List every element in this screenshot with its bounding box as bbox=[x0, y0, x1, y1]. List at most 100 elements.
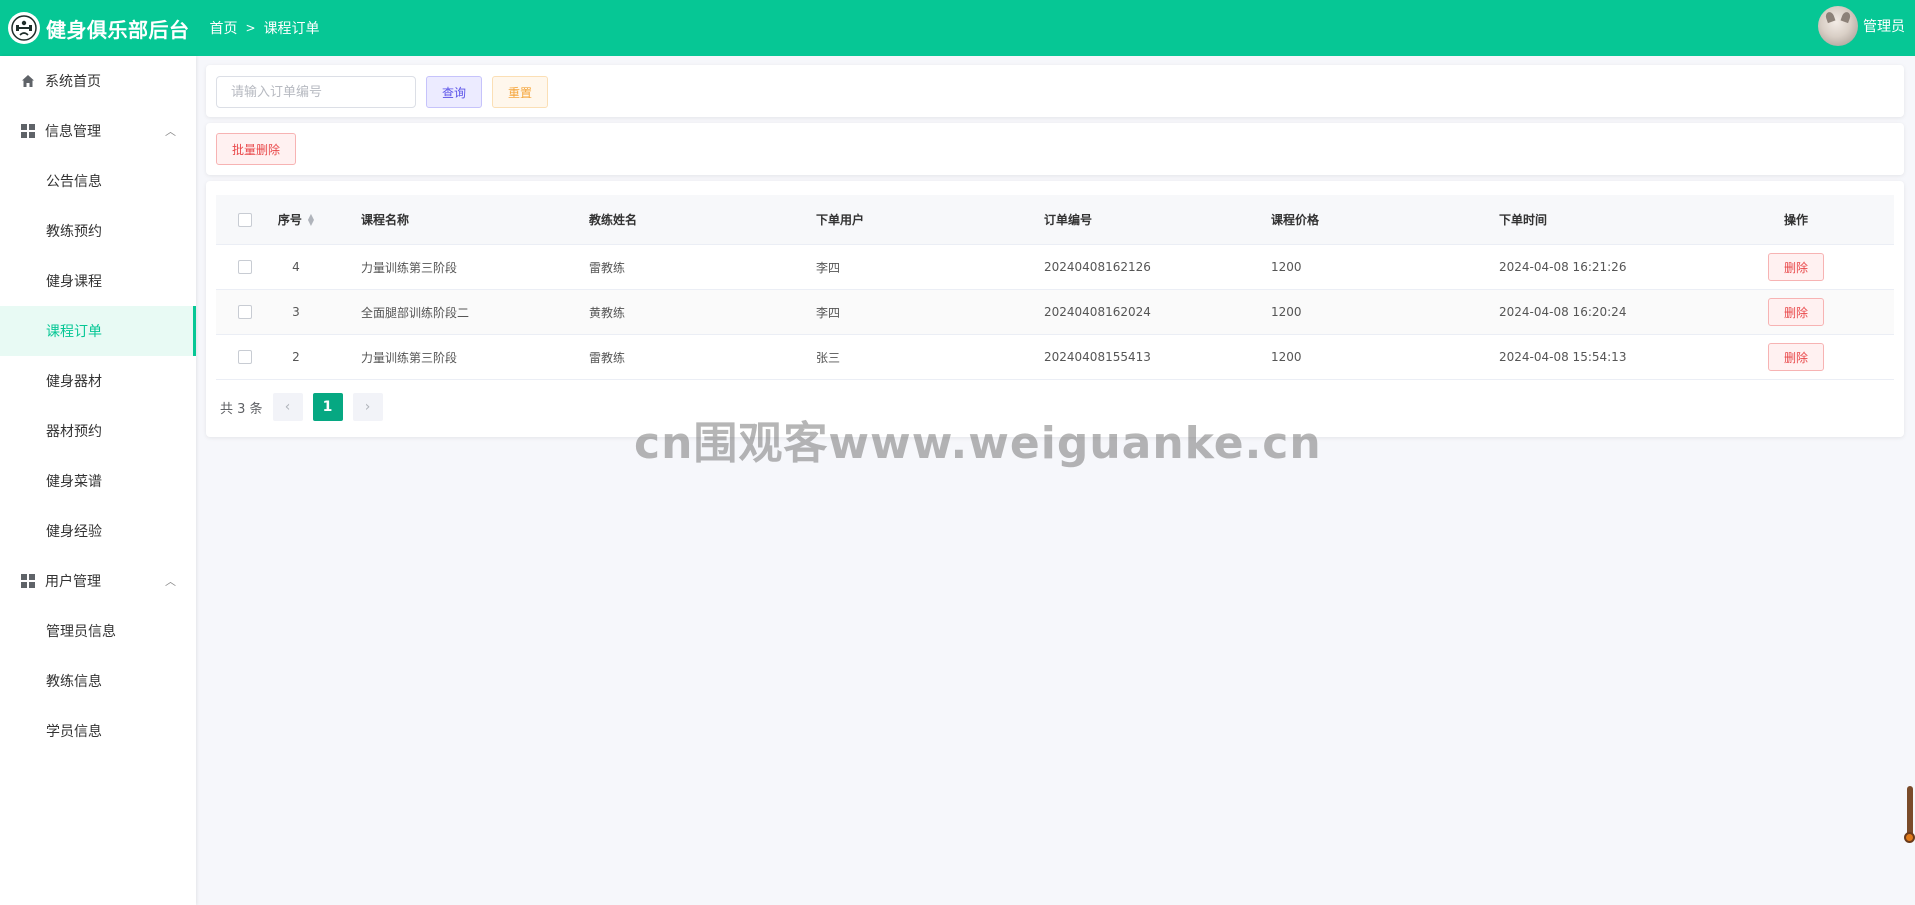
column-header-coach: 教练姓名 bbox=[589, 213, 638, 227]
sidebar-item-label: 课程订单 bbox=[46, 324, 102, 340]
cell-price: 1200 bbox=[1271, 350, 1302, 364]
cell-coach: 黄教练 bbox=[589, 305, 626, 320]
breadcrumb-home[interactable]: 首页 bbox=[210, 18, 238, 38]
sidebar-item-admins[interactable]: 管理员信息 bbox=[0, 606, 196, 656]
pagination-total: 共 3 条 bbox=[220, 401, 263, 417]
column-header-label: 序号 bbox=[277, 213, 302, 227]
table-row: 4 力量训练第三阶段 雷教练 李四 20240408162126 1200 20… bbox=[216, 245, 1894, 290]
sidebar-item-label: 健身菜谱 bbox=[46, 474, 102, 490]
delete-button[interactable]: 删除 bbox=[1768, 253, 1824, 281]
cell-index: 2 bbox=[292, 350, 300, 364]
next-page-button[interactable]: › bbox=[352, 393, 383, 421]
pagination: 共 3 条 ‹ 1 › bbox=[220, 393, 383, 421]
order-number-search-input[interactable] bbox=[216, 76, 416, 108]
cell-course: 全面腿部训练阶段二 bbox=[361, 305, 470, 320]
cell-order-no: 20240408155413 bbox=[1044, 350, 1151, 364]
chevron-up-icon: ︿ bbox=[165, 125, 176, 138]
search-panel: 查询 重置 bbox=[206, 65, 1904, 117]
table-row: 2 力量训练第三阶段 雷教练 张三 20240408155413 1200 20… bbox=[216, 335, 1894, 380]
sidebar-item-home[interactable]: 系统首页 bbox=[0, 56, 196, 106]
page-button-current[interactable]: 1 bbox=[312, 393, 343, 421]
sidebar-item-recipes[interactable]: 健身菜谱 bbox=[0, 456, 196, 506]
sidebar-item-experience[interactable]: 健身经验 bbox=[0, 506, 196, 556]
grid-icon bbox=[20, 573, 36, 589]
row-checkbox[interactable] bbox=[238, 260, 252, 274]
query-button[interactable]: 查询 bbox=[426, 76, 482, 108]
sidebar: 系统首页 信息管理 ︿ 公告信息 教练预约 健身课程 课程订单 健身器材 器材预… bbox=[0, 56, 196, 905]
watermark: cn围观客www.weiguanke.cn bbox=[634, 418, 1322, 469]
cell-index: 4 bbox=[292, 260, 300, 274]
sidebar-item-label: 用户管理 bbox=[45, 574, 101, 590]
sidebar-item-label: 信息管理 bbox=[45, 124, 101, 140]
logo-icon bbox=[8, 12, 40, 44]
sidebar-item-label: 健身课程 bbox=[46, 274, 102, 290]
sidebar-item-label: 教练信息 bbox=[46, 674, 102, 690]
sidebar-item-fitness-courses[interactable]: 健身课程 bbox=[0, 256, 196, 306]
row-checkbox[interactable] bbox=[238, 305, 252, 319]
sidebar-group-info-management[interactable]: 信息管理 ︿ bbox=[0, 106, 196, 156]
select-all-checkbox[interactable] bbox=[238, 212, 252, 227]
batch-delete-button[interactable]: 批量删除 bbox=[216, 133, 296, 165]
cell-user: 李四 bbox=[816, 260, 841, 275]
cell-user: 李四 bbox=[816, 305, 841, 320]
cell-order-no: 20240408162024 bbox=[1044, 305, 1151, 319]
top-header: 健身俱乐部后台 首页 > 课程订单 管理员 bbox=[0, 0, 1915, 56]
column-header-user: 下单用户 bbox=[816, 213, 865, 227]
row-checkbox[interactable] bbox=[238, 350, 252, 364]
cell-user: 张三 bbox=[816, 350, 841, 365]
cell-coach: 雷教练 bbox=[589, 260, 626, 275]
prev-page-button[interactable]: ‹ bbox=[272, 393, 303, 421]
chevron-up-icon: ︿ bbox=[165, 575, 176, 588]
column-header-operation: 操作 bbox=[1783, 213, 1808, 227]
column-header-index[interactable]: 序号 ▲ ▼ bbox=[276, 195, 316, 244]
delete-button[interactable]: 删除 bbox=[1768, 343, 1824, 371]
user-menu[interactable]: 管理员 bbox=[1818, 6, 1905, 46]
sidebar-item-coaches[interactable]: 教练信息 bbox=[0, 656, 196, 706]
user-name[interactable]: 管理员 bbox=[1863, 16, 1905, 36]
app-title: 健身俱乐部后台 bbox=[46, 17, 190, 42]
cell-time: 2024-04-08 16:21:26 bbox=[1499, 260, 1627, 274]
sidebar-item-label: 器材预约 bbox=[46, 424, 102, 440]
sidebar-item-label: 健身器材 bbox=[46, 374, 102, 390]
table-row: 3 全面腿部训练阶段二 黄教练 李四 20240408162024 1200 2… bbox=[216, 290, 1894, 335]
cell-course: 力量训练第三阶段 bbox=[361, 260, 458, 275]
sidebar-item-notices[interactable]: 公告信息 bbox=[0, 156, 196, 206]
chevron-right-icon: > bbox=[245, 21, 256, 35]
action-panel: 批量删除 bbox=[206, 123, 1904, 175]
sidebar-item-course-orders[interactable]: 课程订单 bbox=[0, 306, 196, 356]
avatar[interactable] bbox=[1818, 6, 1858, 46]
sidebar-item-label: 教练预约 bbox=[46, 224, 102, 240]
cell-time: 2024-04-08 16:20:24 bbox=[1499, 305, 1627, 319]
sidebar-item-label: 系统首页 bbox=[45, 74, 101, 90]
sidebar-group-user-management[interactable]: 用户管理 ︿ bbox=[0, 556, 196, 606]
sidebar-item-label: 学员信息 bbox=[46, 724, 102, 740]
order-table: 序号 ▲ ▼ 课程名称 教练姓名 下单用户 订单编号 课程价格 下单时间 操作 4… bbox=[216, 195, 1894, 380]
cell-index: 3 bbox=[292, 305, 300, 319]
sidebar-item-label: 管理员信息 bbox=[46, 624, 116, 640]
cell-coach: 雷教练 bbox=[589, 350, 626, 365]
sidebar-item-label: 公告信息 bbox=[46, 174, 102, 190]
reset-button[interactable]: 重置 bbox=[492, 76, 548, 108]
floating-scroll-knob[interactable] bbox=[1904, 832, 1915, 843]
cell-course: 力量训练第三阶段 bbox=[361, 350, 458, 365]
sort-icon[interactable]: ▲ ▼ bbox=[308, 212, 314, 226]
table-header-row: 序号 ▲ ▼ 课程名称 教练姓名 下单用户 订单编号 课程价格 下单时间 操作 bbox=[216, 195, 1894, 245]
column-header-order-no: 订单编号 bbox=[1044, 213, 1093, 227]
home-icon bbox=[20, 73, 36, 89]
sidebar-item-students[interactable]: 学员信息 bbox=[0, 706, 196, 756]
cell-price: 1200 bbox=[1271, 260, 1302, 274]
cell-time: 2024-04-08 15:54:13 bbox=[1499, 350, 1627, 364]
sidebar-item-equipment[interactable]: 健身器材 bbox=[0, 356, 196, 406]
sidebar-item-equipment-booking[interactable]: 器材预约 bbox=[0, 406, 196, 456]
cell-price: 1200 bbox=[1271, 305, 1302, 319]
breadcrumb-current: 课程订单 bbox=[263, 21, 320, 37]
order-table-panel: 序号 ▲ ▼ 课程名称 教练姓名 下单用户 订单编号 课程价格 下单时间 操作 4… bbox=[206, 181, 1904, 437]
grid-icon bbox=[20, 123, 36, 139]
sidebar-item-label: 健身经验 bbox=[46, 524, 102, 540]
cell-order-no: 20240408162126 bbox=[1044, 260, 1151, 274]
breadcrumb: 首页 > 课程订单 bbox=[210, 18, 320, 38]
sidebar-item-coach-booking[interactable]: 教练预约 bbox=[0, 206, 196, 256]
column-header-time: 下单时间 bbox=[1499, 213, 1548, 227]
column-header-price: 课程价格 bbox=[1271, 213, 1320, 227]
delete-button[interactable]: 删除 bbox=[1768, 298, 1824, 326]
